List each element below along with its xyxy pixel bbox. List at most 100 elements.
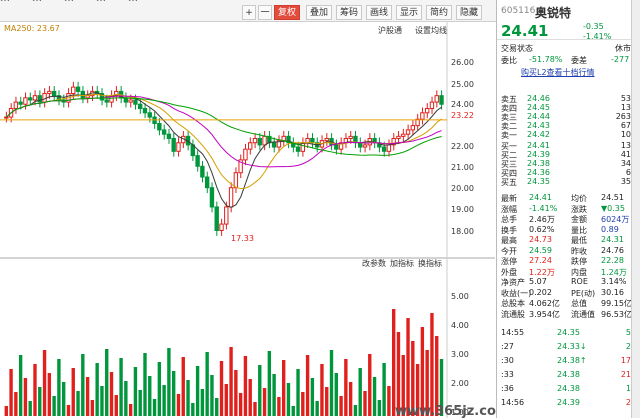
volume-bar <box>195 366 200 416</box>
volume-bar <box>310 378 315 416</box>
buy-l2-link[interactable]: 购买L2查看十档行情 <box>521 67 640 77</box>
volume-bar <box>387 386 391 416</box>
chip-button[interactable]: 筹码 <box>336 5 362 20</box>
orderbook-volume: 13 <box>620 141 631 150</box>
add-indicator-button[interactable]: 加指标 <box>390 258 414 269</box>
volume-bar <box>61 382 66 416</box>
stat-label: 流通值 <box>571 309 595 319</box>
trade-status-row: 交易状态 休市 <box>501 44 631 53</box>
kline-chart-area[interactable]: MA250: 23.67 沪股通 设置均线 17.33 改参数 加指标 换指标 … <box>0 22 509 418</box>
stat-label: 最新 <box>501 194 517 203</box>
stat-row: 收益(一) 0.202 PE(动) 30.16 <box>501 288 640 298</box>
volume-bar <box>148 376 152 416</box>
plus-button[interactable]: + <box>242 5 256 20</box>
simple-button[interactable]: 简约 <box>426 5 452 20</box>
stat-label: 涨幅 <box>501 204 517 214</box>
orderbook-price: 24.44 <box>527 112 550 121</box>
orderbook-volume: 53 <box>620 94 631 103</box>
stat-value: 5.07 <box>529 277 547 286</box>
stat-value: 99.15亿 <box>601 299 632 308</box>
stat-row: 最高 24.73 最低 24.31 <box>501 235 640 245</box>
hide-button[interactable]: 隐藏 <box>456 5 482 20</box>
volume-axis: 5.00 4.00 3.00 2.00 1.00 <box>447 258 495 418</box>
candle-body <box>28 97 33 101</box>
stat-label: ROE <box>571 277 588 286</box>
orderbook-row[interactable]: 卖一 24.42 10 <box>501 130 640 140</box>
volume-bar <box>406 318 410 416</box>
stock-change: -0.35 <box>583 22 604 31</box>
candle-body <box>200 165 205 178</box>
volume-bar <box>200 389 205 416</box>
axis-tick: 22.00 <box>451 142 474 151</box>
fuquan-button[interactable]: 复权 <box>274 5 300 20</box>
weibi-row: 委比 -51.78% 委差 -277 <box>501 55 630 65</box>
kline-svg[interactable] <box>0 22 495 418</box>
candle-body <box>161 129 167 135</box>
axis-tick: 2.00 <box>451 379 469 388</box>
tick-volume: 5 <box>625 328 631 337</box>
volume-bar <box>219 361 224 416</box>
stat-row: 净资产 5.07 ROE 3.14% <box>501 277 640 287</box>
stat-value: -1.41% <box>529 203 558 213</box>
stat-value: 30.16 <box>601 287 624 297</box>
stat-label: 涨跌 <box>571 204 587 214</box>
vertical-scrollbar[interactable] <box>631 0 640 418</box>
tick-price: 24.35 <box>557 328 580 337</box>
stat-value: ▼0.35 <box>601 203 625 213</box>
candle-body <box>214 206 219 232</box>
stat-label: 外盘 <box>501 267 517 277</box>
tick-volume: 1 <box>625 384 631 393</box>
settings-ma-link[interactable]: 设置均线 <box>415 25 447 36</box>
volume-bar <box>71 368 75 416</box>
axis-tick: 19.00 <box>451 205 474 214</box>
stat-label: 均价 <box>571 194 587 203</box>
stat-value: 1.24万 <box>601 267 627 277</box>
stat-label: 流通股 <box>501 309 525 319</box>
volume-bar <box>66 405 71 416</box>
orderbook-price: 24.38 <box>527 159 550 168</box>
candle-body <box>429 101 435 110</box>
switch-indicator-button[interactable]: 换指标 <box>418 258 442 269</box>
stock-pct: -1.41% <box>583 32 612 41</box>
draw-line-button[interactable]: 画线 <box>366 5 392 20</box>
candle-body <box>228 187 234 208</box>
toolbar: …………… + 一 复权 叠加 筹码 画线 显示 简约 隐藏 <box>0 0 500 22</box>
minus-button[interactable]: 一 <box>258 5 272 20</box>
stat-label: 净资产 <box>501 278 525 287</box>
candle-body <box>271 142 277 148</box>
overlay-button[interactable]: 叠加 <box>306 5 332 20</box>
volume-bar <box>253 402 257 416</box>
candle-body <box>386 144 392 152</box>
stat-label: PE(动) <box>571 288 596 298</box>
volume-bar <box>191 403 195 416</box>
volume-bar <box>138 390 142 416</box>
volume-bar <box>205 352 209 416</box>
stat-label: 最高 <box>501 236 517 245</box>
candle-body <box>133 99 138 105</box>
stat-label: 总手 <box>501 215 517 224</box>
stat-value: 24.59 <box>529 245 552 255</box>
candle-body <box>248 142 253 150</box>
candle-body <box>334 144 339 150</box>
candle-body <box>142 108 148 114</box>
candle-body <box>18 101 23 105</box>
volume-bar <box>52 396 56 416</box>
display-button[interactable]: 显示 <box>396 5 422 20</box>
tick-row: 14:55 24.35 5 <box>501 328 640 338</box>
volume-bar <box>382 363 386 416</box>
tick-price: 24.38 <box>557 370 580 379</box>
candle-body <box>204 176 210 189</box>
orderbook-row[interactable]: 买五 24.35 35 <box>501 177 640 187</box>
orderbook-label: 买五 <box>501 178 517 187</box>
volume-bar <box>305 355 310 416</box>
candle-body <box>305 137 310 144</box>
tick-time: 14:56 <box>501 398 525 407</box>
volume-bar <box>353 405 358 416</box>
stat-value: 6024万 <box>601 215 630 224</box>
stat-value: 24.31 <box>601 235 624 244</box>
candle-body <box>405 129 411 135</box>
stat-row: 换手 0.62% 量比 0.89 <box>501 225 640 235</box>
change-params-button[interactable]: 改参数 <box>362 258 386 269</box>
candle-body <box>13 101 19 110</box>
orderbook-volume: 263 <box>615 112 631 121</box>
